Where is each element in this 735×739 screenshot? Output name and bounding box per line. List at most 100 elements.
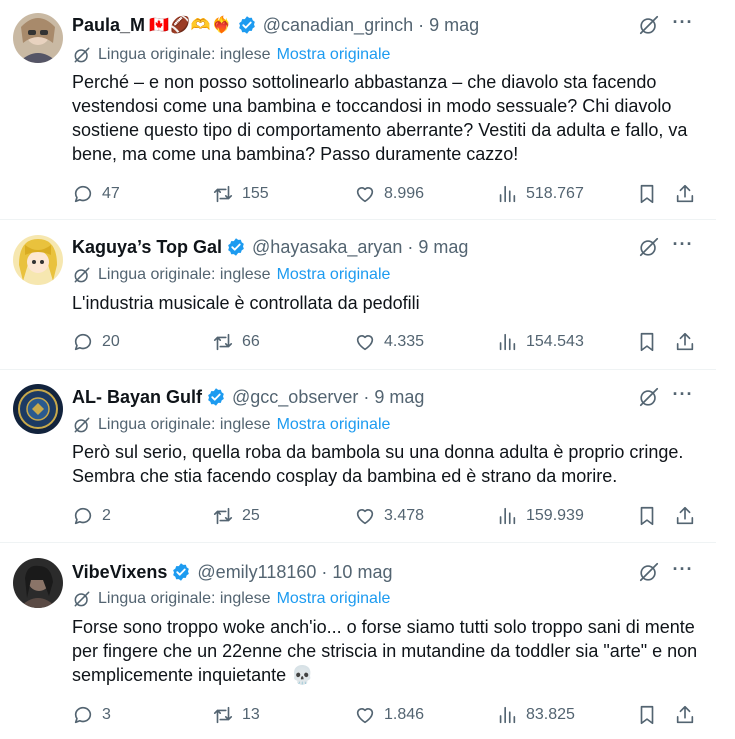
separator-dot: · — [418, 14, 425, 35]
translation-bar: Lingua originale: inglese Mostra origina… — [72, 414, 390, 436]
grok-icon[interactable] — [638, 386, 660, 408]
views-button[interactable]: 518.767 — [496, 182, 584, 206]
reply-icon — [74, 507, 92, 525]
views-icon — [499, 706, 516, 724]
like-button[interactable]: 4.335 — [354, 330, 424, 354]
translate-icon — [74, 591, 90, 607]
bookmark-icon — [640, 506, 654, 526]
repost-button[interactable]: 155 — [212, 182, 269, 206]
views-button[interactable]: 154.543 — [496, 330, 584, 354]
reply-button[interactable]: 20 — [72, 330, 120, 354]
tweet-text: L'industria musicale è controllata da pe… — [72, 293, 420, 313]
repost-count: 25 — [242, 507, 260, 524]
action-bar: 20 66 4.335 154.543 — [72, 330, 716, 354]
show-original-link[interactable]: Mostra originale — [277, 46, 391, 64]
reply-count: 3 — [102, 706, 111, 723]
repost-count: 13 — [242, 706, 260, 723]
tweet[interactable]: AL- Bayan Gulf @gcc_observer · 9 mag ···… — [0, 370, 716, 543]
share-icon — [676, 506, 694, 525]
repost-icon — [213, 185, 233, 203]
avatar[interactable] — [13, 235, 63, 285]
tweet[interactable]: Kaguya’s Top Gal @hayasaka_aryan · 9 mag… — [0, 220, 716, 370]
reply-icon — [74, 706, 92, 724]
grok-icon[interactable] — [638, 236, 660, 258]
display-name[interactable]: Kaguya’s Top Gal — [72, 237, 222, 258]
grok-icon[interactable] — [638, 14, 660, 36]
repost-button[interactable]: 25 — [212, 504, 260, 528]
like-icon — [356, 708, 374, 724]
timestamp[interactable]: 9 mag — [374, 387, 424, 408]
timestamp[interactable]: 10 mag — [332, 562, 392, 583]
show-original-link[interactable]: Mostra originale — [277, 266, 391, 284]
translation-bar: Lingua originale: inglese Mostra origina… — [72, 588, 390, 610]
share-button[interactable] — [674, 703, 696, 727]
name-emojis: 🇨🇦🏈🫶❤️‍🔥 — [149, 17, 233, 34]
views-icon — [499, 185, 516, 203]
tweet-header: VibeVixens @emily118160 · 10 mag — [72, 559, 716, 585]
views-button[interactable]: 83.825 — [496, 703, 575, 727]
display-name[interactable]: VibeVixens — [72, 562, 167, 583]
avatar[interactable] — [13, 384, 63, 434]
views-button[interactable]: 159.939 — [496, 504, 584, 528]
translation-note: Lingua originale: inglese — [98, 46, 271, 63]
reply-button[interactable]: 2 — [72, 504, 111, 528]
show-original-link[interactable]: Mostra originale — [277, 416, 391, 434]
verified-badge-icon — [226, 237, 246, 257]
tweet[interactable]: VibeVixens @emily118160 · 10 mag ··· Lin… — [0, 543, 716, 739]
like-count: 4.335 — [384, 333, 425, 350]
user-handle[interactable]: @gcc_observer — [232, 387, 358, 408]
verified-badge-icon — [237, 15, 257, 35]
tweet-text: Perché – e non posso sottolinearlo abbas… — [72, 72, 688, 164]
translation-note: Lingua originale: inglese — [98, 416, 271, 433]
avatar[interactable] — [13, 13, 63, 63]
separator-dot: · — [363, 386, 370, 407]
like-icon — [356, 187, 374, 203]
show-original-link[interactable]: Mostra originale — [277, 590, 391, 608]
views-count: 159.939 — [526, 507, 584, 524]
more-icon[interactable]: ··· — [672, 234, 694, 256]
reply-button[interactable]: 3 — [72, 703, 111, 727]
action-bar: 3 13 1.846 83.825 — [72, 703, 716, 727]
tweet[interactable]: Paula_M 🇨🇦🏈🫶❤️‍🔥 @canadian_grinch · 9 ma… — [0, 0, 716, 220]
bookmark-button[interactable] — [636, 182, 658, 206]
avatar[interactable] — [13, 558, 63, 608]
like-button[interactable]: 8.996 — [354, 182, 424, 206]
bookmark-icon — [640, 705, 654, 725]
translate-icon — [74, 417, 90, 433]
grok-icon[interactable] — [638, 561, 660, 583]
bookmark-button[interactable] — [636, 703, 658, 727]
bookmark-button[interactable] — [636, 504, 658, 528]
more-icon[interactable]: ··· — [672, 12, 694, 34]
reply-button[interactable]: 47 — [72, 182, 120, 206]
like-icon — [356, 335, 374, 351]
share-icon — [676, 705, 694, 724]
translation-bar: Lingua originale: inglese Mostra origina… — [72, 44, 390, 66]
share-button[interactable] — [674, 330, 696, 354]
user-handle[interactable]: @emily118160 — [197, 562, 316, 583]
display-name[interactable]: Paula_M — [72, 15, 145, 36]
like-count: 8.996 — [384, 185, 425, 202]
translation-note: Lingua originale: inglese — [98, 266, 271, 283]
user-handle[interactable]: @hayasaka_aryan — [252, 237, 402, 258]
more-icon[interactable]: ··· — [672, 559, 694, 581]
reply-count: 2 — [102, 507, 111, 524]
bookmark-button[interactable] — [636, 330, 658, 354]
translate-icon — [74, 47, 90, 63]
share-icon — [676, 332, 694, 351]
tweet-header: Kaguya’s Top Gal @hayasaka_aryan · 9 mag — [72, 234, 716, 260]
reply-icon — [74, 185, 92, 203]
timestamp[interactable]: 9 mag — [418, 237, 468, 258]
display-name[interactable]: AL- Bayan Gulf — [72, 387, 202, 408]
share-button[interactable] — [674, 504, 696, 528]
bookmark-icon — [640, 184, 654, 204]
timestamp[interactable]: 9 mag — [429, 15, 479, 36]
repost-button[interactable]: 13 — [212, 703, 260, 727]
user-handle[interactable]: @canadian_grinch — [263, 15, 413, 36]
share-button[interactable] — [674, 182, 696, 206]
repost-button[interactable]: 66 — [212, 330, 260, 354]
more-icon[interactable]: ··· — [672, 384, 694, 406]
like-button[interactable]: 3.478 — [354, 504, 424, 528]
views-icon — [499, 507, 516, 525]
like-button[interactable]: 1.846 — [354, 703, 424, 727]
repost-count: 155 — [242, 185, 269, 202]
